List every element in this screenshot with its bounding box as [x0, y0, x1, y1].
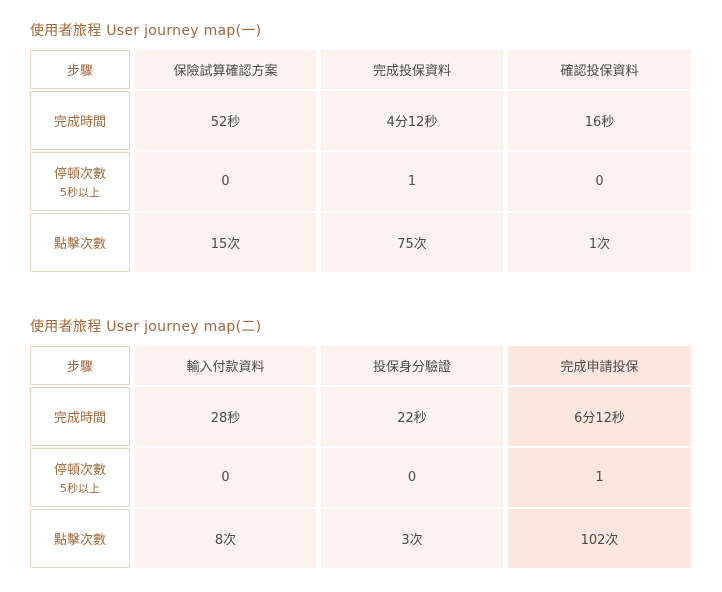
journey-table: 步驟 保險試算確認方案 完成投保資料 確認投保資料 完成時間 52秒 4分12秒… [30, 50, 691, 272]
column-header: 完成投保資料 [321, 50, 503, 89]
table-cell: 0 [321, 448, 503, 507]
row-label-cell: 完成時間 [30, 91, 130, 150]
row-label: 點擊次數 [53, 237, 106, 252]
header-label-cell: 步驟 [30, 50, 130, 89]
row-sublabel: 5秒以上 [60, 482, 100, 495]
header-label-cell: 步驟 [30, 346, 130, 385]
table-cell: 1 [321, 152, 503, 211]
row-label-cell: 停頓次數 5秒以上 [30, 152, 130, 211]
table-cell: 16秒 [508, 91, 691, 150]
table-cell: 28秒 [135, 387, 316, 446]
table-cell: 0 [508, 152, 691, 211]
column-header: 投保身分驗證 [321, 346, 503, 385]
row-label: 完成時間 [53, 411, 106, 426]
table-cell: 15次 [135, 213, 316, 272]
table-cell: 4分12秒 [321, 91, 503, 150]
table-cell: 1次 [508, 213, 691, 272]
table-cell: 52秒 [135, 91, 316, 150]
table-cell: 0 [135, 152, 316, 211]
header-label: 步驟 [66, 360, 93, 375]
table-cell: 75次 [321, 213, 503, 272]
section-title: 使用者旅程 User journey map(一) [30, 23, 262, 39]
table-cell: 0 [135, 448, 316, 507]
table-cell: 8次 [135, 509, 316, 568]
table-cell-highlighted: 102次 [508, 509, 691, 568]
table-cell-highlighted: 6分12秒 [508, 387, 691, 446]
row-label: 停頓次數 [53, 167, 106, 182]
journey-table: 步驟 輸入付款資料 投保身分驗證 完成申請投保 完成時間 28秒 22秒 6分1… [30, 346, 691, 568]
row-label-cell: 完成時間 [30, 387, 130, 446]
row-label-cell: 停頓次數 5秒以上 [30, 448, 130, 507]
row-sublabel: 5秒以上 [60, 186, 100, 199]
column-header: 保險試算確認方案 [135, 50, 316, 89]
header-label: 步驟 [66, 64, 93, 79]
column-header: 輸入付款資料 [135, 346, 316, 385]
row-label: 停頓次數 [53, 463, 106, 478]
column-header: 確認投保資料 [508, 50, 691, 89]
table-cell-highlighted: 1 [508, 448, 691, 507]
row-label-cell: 點擊次數 [30, 509, 130, 568]
row-label: 點擊次數 [53, 533, 106, 548]
table-cell: 3次 [321, 509, 503, 568]
section-title: 使用者旅程 User journey map(二) [30, 319, 262, 335]
row-label: 完成時間 [53, 115, 106, 130]
table-cell: 22秒 [321, 387, 503, 446]
column-header-highlighted: 完成申請投保 [508, 346, 691, 385]
row-label-cell: 點擊次數 [30, 213, 130, 272]
